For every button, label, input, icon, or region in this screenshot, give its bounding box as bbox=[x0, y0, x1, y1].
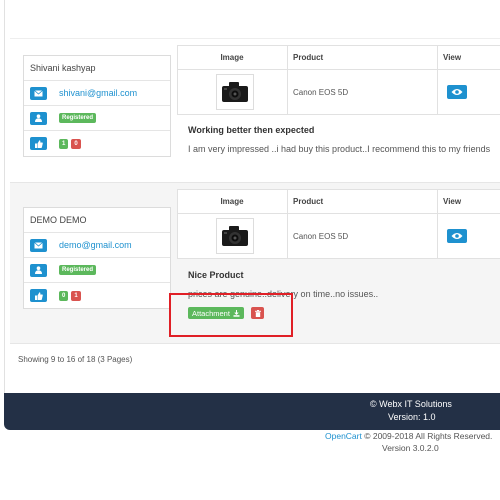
footer: © Webx IT Solutions Version: 1.0 bbox=[4, 393, 500, 430]
user-status-row: Registered bbox=[24, 258, 170, 283]
opencart-rights: © 2009-2018 All Rights Reserved. bbox=[361, 431, 493, 441]
highlight-box bbox=[169, 293, 293, 337]
footer-version: Version: 1.0 bbox=[388, 412, 436, 422]
col-view: View bbox=[437, 189, 500, 214]
user-name: Shivani kashyap bbox=[30, 63, 96, 73]
opencart-version: Version 3.0.2.0 bbox=[382, 443, 439, 453]
user-email-row: shivani@gmail.com bbox=[24, 81, 170, 106]
review-text: I am very impressed ..i had buy this pro… bbox=[188, 144, 491, 154]
thumbs-up-icon[interactable] bbox=[30, 289, 47, 302]
user-votes-row: 1 0 bbox=[24, 131, 170, 156]
product-table: Image Product View Canon EOS 5D bbox=[177, 45, 500, 115]
status-badge: Registered bbox=[59, 113, 97, 123]
col-view: View bbox=[437, 45, 500, 70]
footer-copyright: © Webx IT Solutions bbox=[370, 399, 452, 409]
likes-count: 1 bbox=[59, 138, 69, 149]
eye-icon[interactable] bbox=[447, 229, 467, 243]
envelope-icon bbox=[30, 86, 47, 100]
review-title: Working better then expected bbox=[188, 125, 315, 135]
opencart-link[interactable]: OpenCart bbox=[325, 431, 362, 441]
dislikes-count: 1 bbox=[71, 290, 81, 301]
eye-icon[interactable] bbox=[447, 85, 467, 99]
review-title: Nice Product bbox=[188, 270, 244, 280]
view-cell bbox=[437, 213, 500, 259]
table-row: Canon EOS 5D bbox=[177, 69, 500, 115]
user-name-row: Shivani kashyap bbox=[24, 56, 170, 81]
view-cell bbox=[437, 69, 500, 115]
user-name: DEMO DEMO bbox=[30, 215, 87, 225]
reviews-panel: Shivani kashyap shivani@gmail.com Regist… bbox=[4, 0, 500, 393]
review-row: DEMO DEMO demo@gmail.com Registered 0 1 bbox=[10, 182, 500, 344]
likes-count: 0 bbox=[59, 290, 69, 301]
product-image-cell bbox=[177, 69, 288, 115]
product-table: Image Product View Canon EOS 5D bbox=[177, 189, 500, 259]
camera-icon[interactable] bbox=[215, 218, 254, 254]
col-image: Image bbox=[177, 189, 288, 214]
user-votes-row: 0 1 bbox=[24, 283, 170, 308]
product-name: Canon EOS 5D bbox=[287, 69, 438, 115]
user-status-row: Registered bbox=[24, 106, 170, 131]
camera-icon[interactable] bbox=[215, 74, 254, 110]
user-email-link[interactable]: demo@gmail.com bbox=[59, 240, 132, 250]
user-name-row: DEMO DEMO bbox=[24, 208, 170, 233]
review-row: Shivani kashyap shivani@gmail.com Regist… bbox=[10, 38, 500, 183]
user-card: DEMO DEMO demo@gmail.com Registered 0 1 bbox=[23, 207, 171, 309]
user-card: Shivani kashyap shivani@gmail.com Regist… bbox=[23, 55, 171, 157]
thumbs-up-icon[interactable] bbox=[30, 137, 47, 150]
col-product: Product bbox=[287, 189, 438, 214]
envelope-icon bbox=[30, 238, 47, 252]
opencart-credit: OpenCart © 2009-2018 All Rights Reserved… bbox=[325, 431, 492, 441]
user-email-row: demo@gmail.com bbox=[24, 233, 170, 258]
user-icon bbox=[30, 263, 47, 277]
table-row: Canon EOS 5D bbox=[177, 213, 500, 259]
pagination-text: Showing 9 to 16 of 18 (3 Pages) bbox=[18, 355, 133, 364]
dislikes-count: 0 bbox=[71, 138, 81, 149]
product-name: Canon EOS 5D bbox=[287, 213, 438, 259]
col-image: Image bbox=[177, 45, 288, 70]
status-badge: Registered bbox=[59, 265, 97, 275]
product-image-cell bbox=[177, 213, 288, 259]
user-icon bbox=[30, 111, 47, 125]
col-product: Product bbox=[287, 45, 438, 70]
user-email-link[interactable]: shivani@gmail.com bbox=[59, 88, 137, 98]
